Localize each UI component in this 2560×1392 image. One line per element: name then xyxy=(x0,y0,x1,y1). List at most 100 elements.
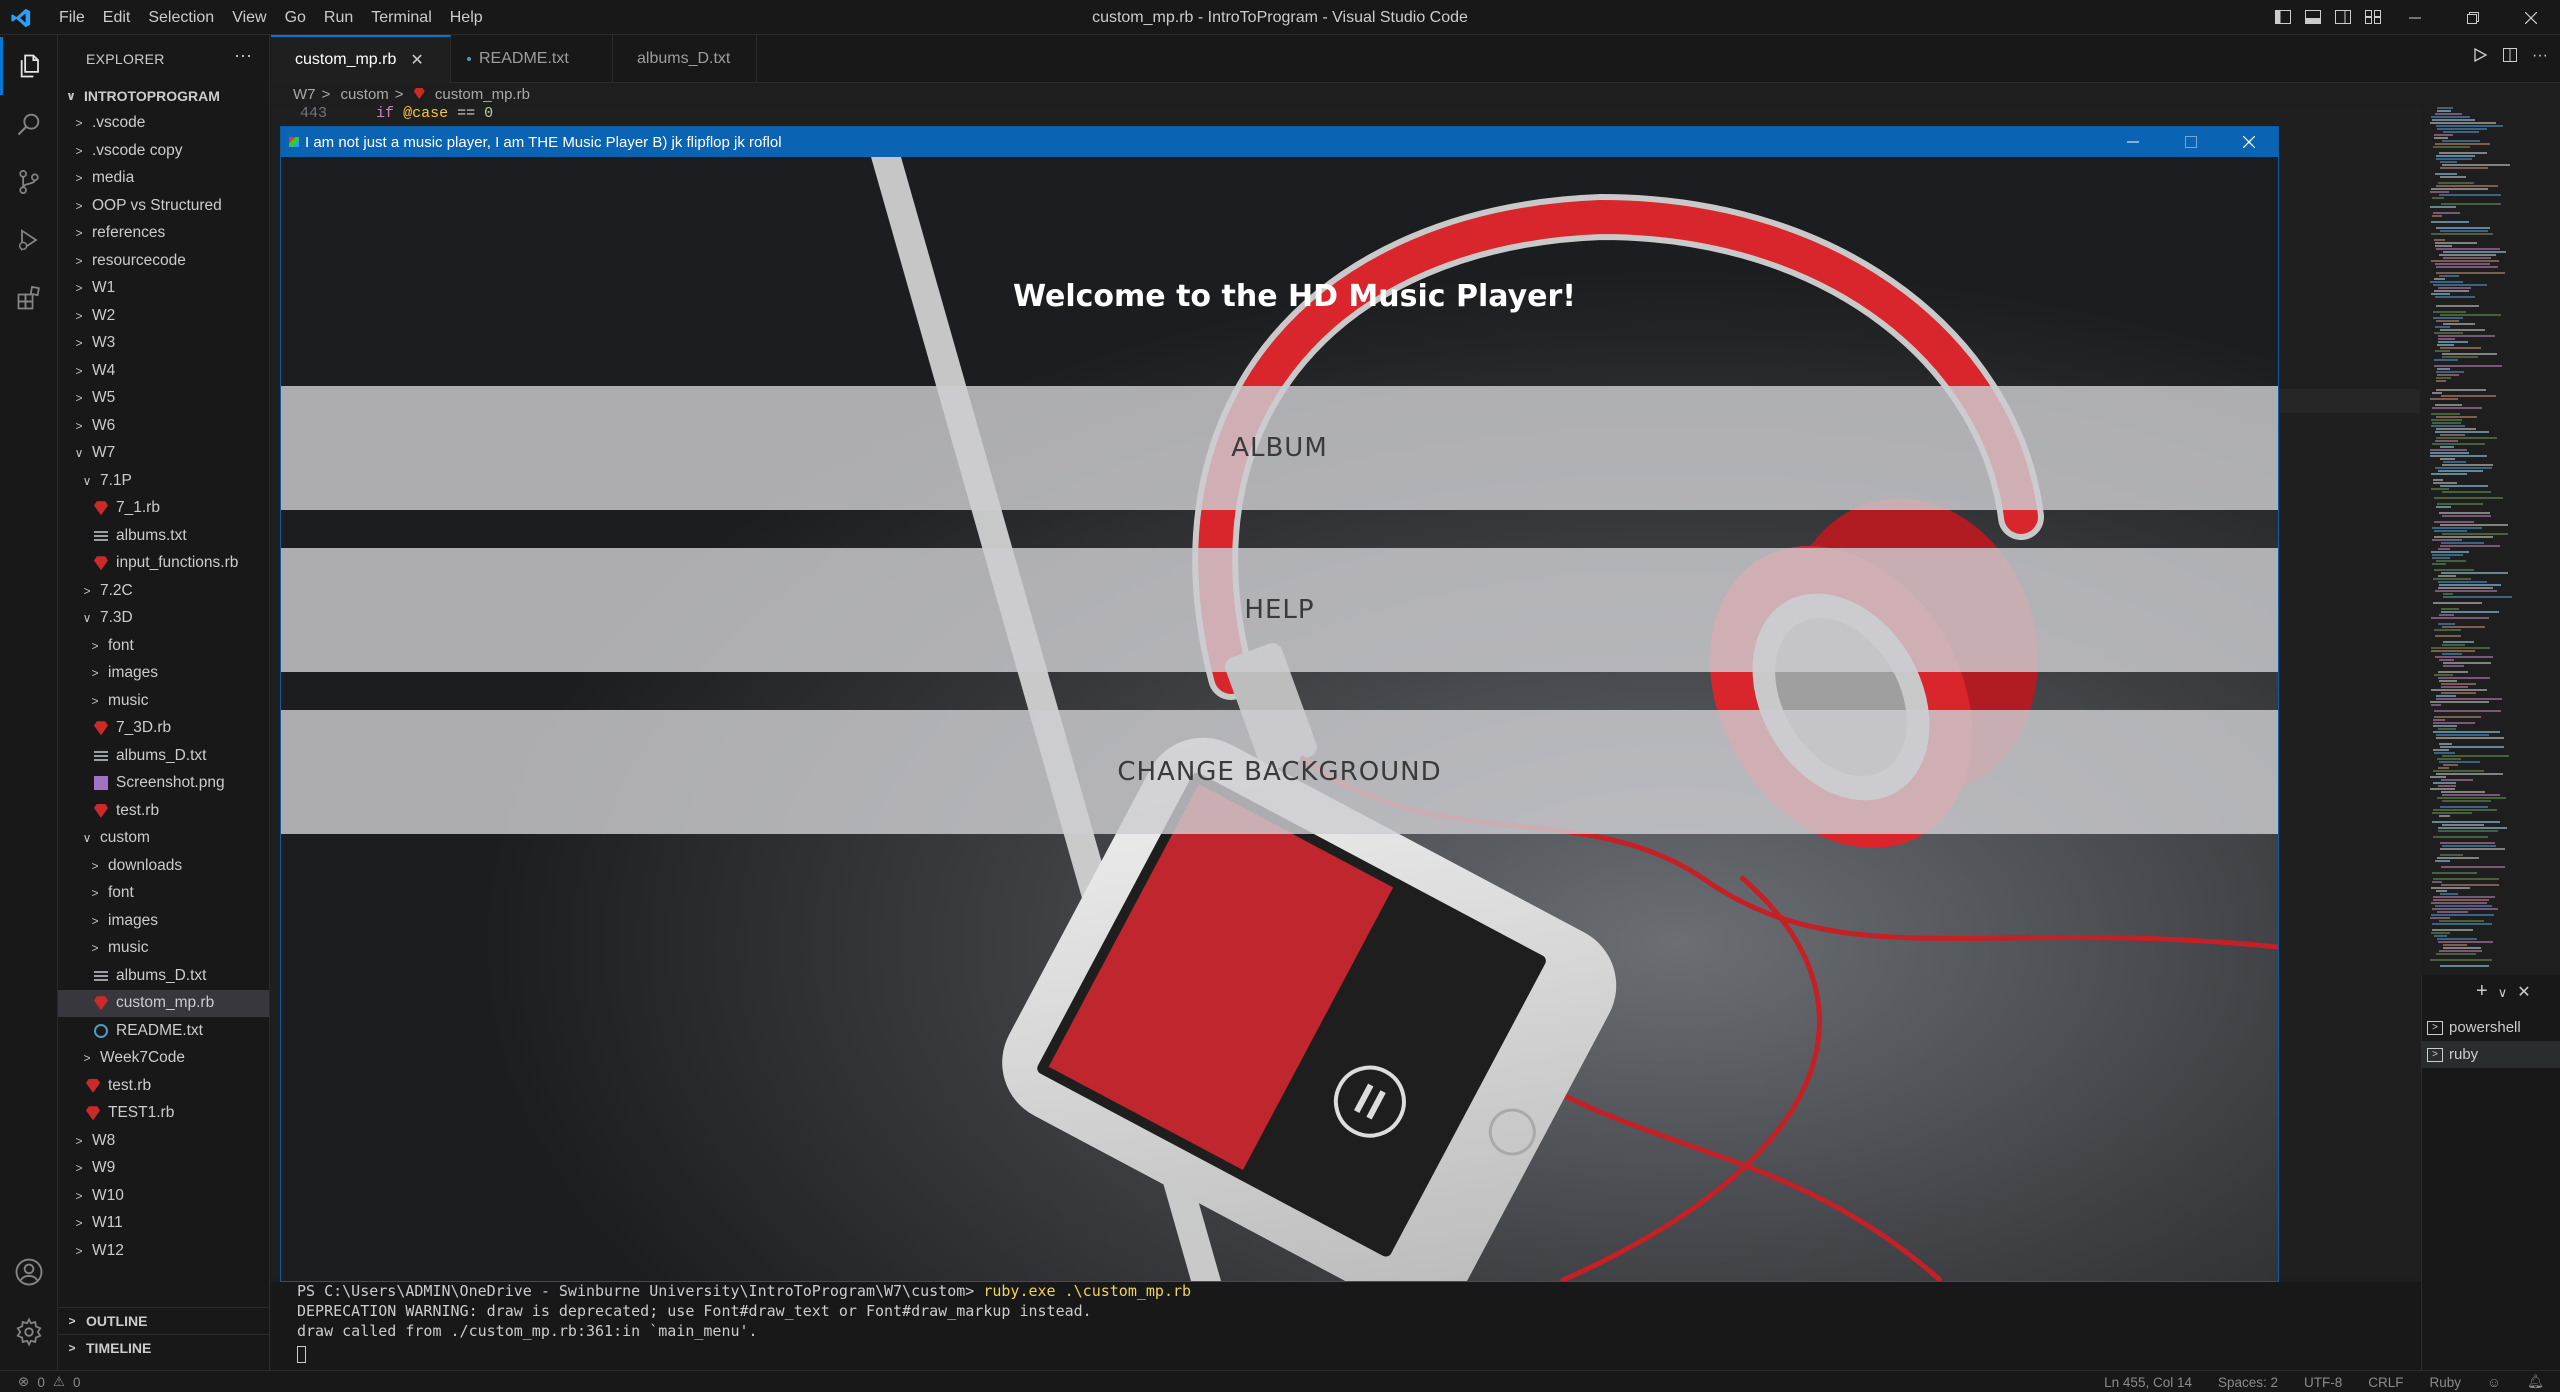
tree-item[interactable]: ∨ W7 xyxy=(58,440,269,468)
language-mode[interactable]: Ruby xyxy=(2430,1375,2462,1390)
tree-item[interactable]: > resourcecode xyxy=(58,247,269,275)
tree-item[interactable]: > W8 xyxy=(58,1127,269,1155)
menu-go[interactable]: Go xyxy=(276,0,315,35)
tree-item[interactable]: Screenshot.png xyxy=(58,770,269,798)
explorer-icon[interactable] xyxy=(0,37,58,95)
outline-section[interactable]: > OUTLINE xyxy=(58,1307,269,1334)
tree-item[interactable]: > W11 xyxy=(58,1210,269,1238)
tree-item[interactable]: > font xyxy=(58,880,269,908)
tree-item[interactable]: albums.txt xyxy=(58,522,269,550)
tab-albums-d-txt[interactable]: albums_D.txt xyxy=(613,35,757,83)
tree-item[interactable]: > W6 xyxy=(58,412,269,440)
new-terminal-icon[interactable]: + xyxy=(2476,980,2488,1003)
tree-item[interactable]: >7.2C xyxy=(58,577,269,605)
tree-item[interactable]: > .vscode copy xyxy=(58,137,269,165)
tree-item[interactable]: 7_1.rb xyxy=(58,495,269,523)
minimap[interactable] xyxy=(2430,107,2540,967)
tree-item[interactable]: > downloads xyxy=(58,852,269,880)
tree-item[interactable]: input_functions.rb xyxy=(58,550,269,578)
menu-terminal[interactable]: Terminal xyxy=(362,0,440,35)
tree-item[interactable]: 7_3D.rb xyxy=(58,715,269,743)
settings-gear-icon[interactable] xyxy=(0,1303,58,1361)
album-button[interactable]: ALBUM xyxy=(281,386,2278,510)
tree-item[interactable]: albums_D.txt xyxy=(58,742,269,770)
indentation[interactable]: Spaces: 2 xyxy=(2218,1375,2278,1390)
tree-item[interactable]: > font xyxy=(58,632,269,660)
breadcrumb-item[interactable]: custom_mp.rb xyxy=(435,86,530,103)
tree-item[interactable]: ∨ 7.3D xyxy=(58,605,269,633)
tree-item[interactable]: > W12 xyxy=(58,1237,269,1265)
menu-file[interactable]: File xyxy=(50,0,94,35)
tree-item[interactable]: > references xyxy=(58,220,269,248)
tree-item[interactable]: > music xyxy=(58,935,269,963)
close-panel-icon[interactable]: ✕ xyxy=(2517,980,2530,1003)
tree-item[interactable]: > W10 xyxy=(58,1182,269,1210)
source-control-icon[interactable] xyxy=(0,153,58,211)
tree-item[interactable]: > Week7Code xyxy=(58,1045,269,1073)
extensions-icon[interactable] xyxy=(0,269,58,327)
menu-view[interactable]: View xyxy=(223,0,275,35)
close-window-icon[interactable] xyxy=(2502,0,2560,35)
restore-icon[interactable] xyxy=(2444,0,2502,35)
toggle-secondary-sidebar-icon[interactable] xyxy=(2332,6,2354,28)
tree-item[interactable]: > W4 xyxy=(58,357,269,385)
menu-help[interactable]: Help xyxy=(441,0,492,35)
customize-layout-icon[interactable] xyxy=(2362,6,2384,28)
tree-item[interactable]: README.txt xyxy=(58,1017,269,1045)
accounts-icon[interactable] xyxy=(0,1243,58,1301)
notifications-bell-icon[interactable]: 🔔︎ xyxy=(2527,1374,2544,1390)
tree-item[interactable]: > W2 xyxy=(58,302,269,330)
terminal-session-powershell[interactable]: > powershell xyxy=(2421,1014,2560,1041)
tree-item[interactable]: > OOP vs Structured xyxy=(58,192,269,220)
tree-item[interactable]: > images xyxy=(58,907,269,935)
tree-item[interactable]: > .vscode xyxy=(58,110,269,138)
tree-item[interactable]: > W9 xyxy=(58,1155,269,1183)
tab-custom-mp-rb[interactable]: custom_mp.rb ✕ xyxy=(271,35,451,83)
terminal-panel[interactable]: PS C:\Users\ADMIN\OneDrive - Swinburne U… xyxy=(271,1282,2421,1370)
run-debug-icon[interactable] xyxy=(0,211,58,269)
close-window-icon[interactable] xyxy=(2220,127,2278,157)
tree-item[interactable]: > music xyxy=(58,687,269,715)
encoding[interactable]: UTF-8 xyxy=(2304,1375,2342,1390)
timeline-section[interactable]: > TIMELINE xyxy=(58,1334,269,1361)
tree-item[interactable]: ∨ custom xyxy=(58,825,269,853)
breadcrumb-item[interactable]: custom xyxy=(340,86,388,103)
search-icon[interactable] xyxy=(0,95,58,153)
more-actions-icon[interactable]: ··· xyxy=(234,45,252,66)
tree-item[interactable]: TEST1.rb xyxy=(58,1100,269,1128)
tree-item[interactable]: test.rb xyxy=(58,1072,269,1100)
minimize-icon[interactable] xyxy=(2104,127,2162,157)
menu-run[interactable]: Run xyxy=(315,0,362,35)
minimize-icon[interactable] xyxy=(2386,0,2444,35)
menu-edit[interactable]: Edit xyxy=(94,0,140,35)
feedback-icon[interactable]: ☺ xyxy=(2487,1375,2501,1390)
tree-item[interactable]: albums_D.txt xyxy=(58,962,269,990)
status-left[interactable]: ⊗ 0 ⚠ 0 xyxy=(18,1371,80,1392)
toggle-panel-icon[interactable] xyxy=(2302,6,2324,28)
close-tab-icon[interactable]: ✕ xyxy=(410,50,423,70)
end-of-line[interactable]: CRLF xyxy=(2368,1375,2403,1390)
tree-item[interactable]: ∨ 7.1P xyxy=(58,467,269,495)
music-player-titlebar[interactable]: I am not just a music player, I am THE M… xyxy=(281,127,2278,157)
menu-selection[interactable]: Selection xyxy=(139,0,223,35)
cursor-position[interactable]: Ln 455, Col 14 xyxy=(2104,1375,2192,1390)
editor-more-icon[interactable]: ··· xyxy=(2532,47,2548,68)
help-button[interactable]: HELP xyxy=(281,548,2278,672)
tree-item[interactable]: > images xyxy=(58,660,269,688)
tree-item[interactable]: test.rb xyxy=(58,797,269,825)
tree-item[interactable]: > W5 xyxy=(58,385,269,413)
tab-readme-txt[interactable]: README.txt xyxy=(451,35,613,83)
terminal-session-ruby[interactable]: > ruby xyxy=(2421,1041,2560,1068)
chevron-down-icon[interactable]: ∨ xyxy=(2498,980,2508,1003)
change-background-button[interactable]: CHANGE BACKGROUND xyxy=(281,710,2278,834)
tree-item[interactable]: > W3 xyxy=(58,330,269,358)
tree-item[interactable]: > W1 xyxy=(58,275,269,303)
workspace-root[interactable]: ∨ INTROTOPROGRAM xyxy=(58,82,269,110)
toggle-primary-sidebar-icon[interactable] xyxy=(2272,6,2294,28)
run-file-icon[interactable] xyxy=(2472,47,2488,68)
split-editor-icon[interactable] xyxy=(2502,47,2518,68)
tree-item[interactable]: > media xyxy=(58,165,269,193)
tree-item[interactable]: custom_mp.rb xyxy=(58,989,269,1017)
maximize-icon[interactable] xyxy=(2162,127,2220,157)
breadcrumb-item[interactable]: W7 xyxy=(293,86,316,103)
